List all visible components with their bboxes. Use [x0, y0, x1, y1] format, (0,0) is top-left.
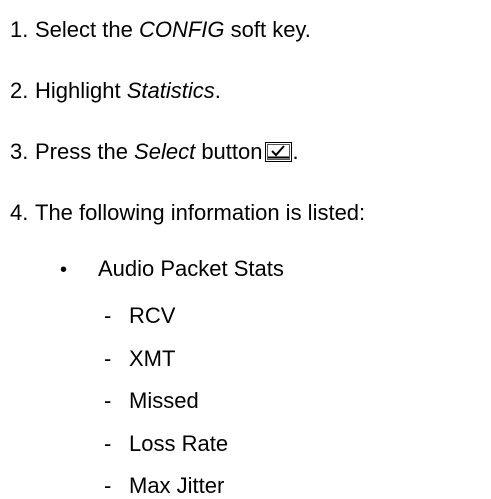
- step-text: The following information is listed:: [35, 200, 366, 225]
- bullet-item: • Audio Packet Stats: [60, 256, 284, 283]
- step-text: .: [292, 139, 299, 164]
- step-1: 1. Select the CONFIG soft key.: [10, 17, 311, 43]
- sub-item-text: XMT: [129, 346, 176, 371]
- step-number: 4.: [10, 200, 29, 225]
- sub-item: - Loss Rate: [104, 431, 228, 457]
- select-button-icon: [265, 142, 293, 162]
- bullet-text: Audio Packet Stats: [98, 256, 284, 281]
- step-text: button: [195, 139, 263, 164]
- step-emphasis: Statistics: [126, 78, 215, 103]
- sub-item: - RCV: [104, 303, 175, 329]
- sub-item-text: RCV: [129, 303, 176, 328]
- dash-marker: -: [104, 388, 112, 413]
- dash-marker: -: [104, 431, 112, 456]
- dash-marker: -: [104, 473, 112, 498]
- dash-marker: -: [104, 346, 112, 371]
- step-text: soft key.: [224, 17, 311, 42]
- step-text: Highlight: [35, 78, 127, 103]
- step-3: 3. Press the Select button .: [10, 139, 299, 165]
- dash-marker: -: [104, 303, 112, 328]
- step-4: 4. The following information is listed:: [10, 200, 365, 226]
- step-number: 3.: [10, 139, 29, 164]
- sub-item: - Max Jitter: [104, 473, 224, 499]
- sub-item-text: Loss Rate: [129, 431, 229, 456]
- step-emphasis: CONFIG: [138, 17, 225, 42]
- sub-item: - Missed: [104, 388, 199, 414]
- step-text: .: [214, 78, 221, 103]
- sub-item-text: Max Jitter: [129, 473, 225, 498]
- step-number: 2.: [10, 78, 29, 103]
- step-text: Press the: [35, 139, 135, 164]
- step-emphasis: Select: [134, 139, 196, 164]
- step-2: 2. Highlight Statistics.: [10, 78, 221, 104]
- step-number: 1.: [10, 17, 29, 42]
- sub-item: - XMT: [104, 346, 175, 372]
- step-text: Select the: [35, 17, 139, 42]
- bullet-marker: •: [60, 259, 68, 281]
- sub-item-text: Missed: [129, 388, 199, 413]
